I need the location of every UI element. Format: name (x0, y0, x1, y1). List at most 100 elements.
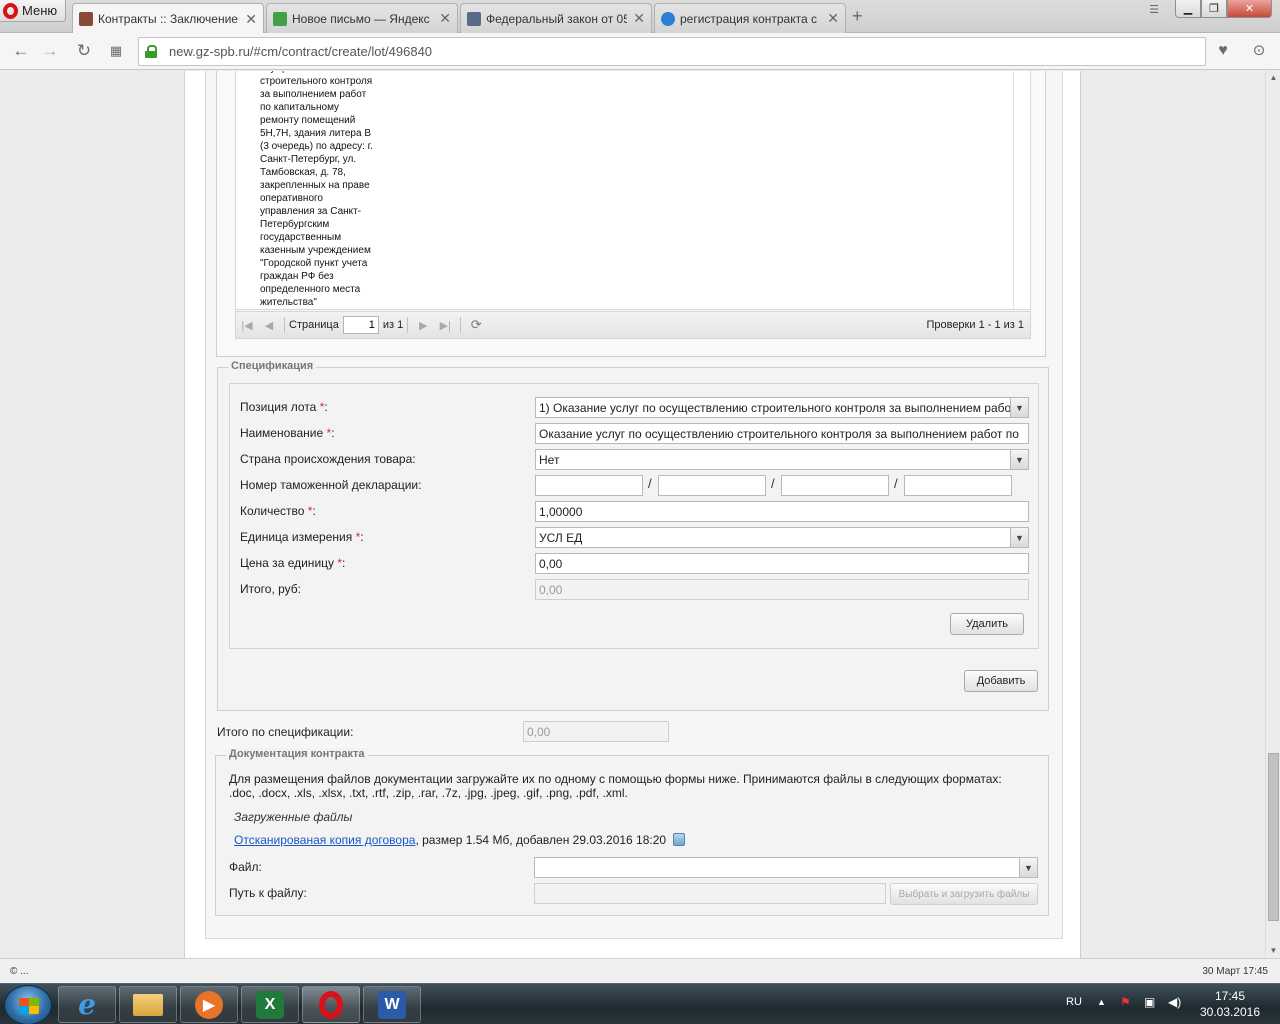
taskbar-internet-explorer[interactable]: e (58, 986, 116, 1023)
windows-taskbar: e ▶ X W RU ▲ ⚑ ▣ ◀) 17:45 30.03.2016 (0, 983, 1280, 1024)
new-tab-button[interactable]: + (852, 6, 863, 27)
tab-title: Новое письмо — Яндекс (292, 11, 430, 26)
chevron-down-icon[interactable]: ▼ (1019, 858, 1037, 877)
item-total-label: Итого, руб: (240, 582, 301, 596)
tab-menu-icon[interactable]: ☰ (1143, 0, 1165, 18)
folder-icon (133, 993, 163, 1016)
reload-icon[interactable]: ↻ (74, 41, 94, 61)
file-label: Файл: (229, 860, 262, 874)
file-type-select[interactable]: ▼ (534, 857, 1038, 878)
uploaded-file-link[interactable]: Отсканированая копия договора (234, 833, 415, 847)
downloads-icon[interactable]: ⊙ (1249, 41, 1269, 61)
scroll-down-arrow-icon[interactable]: ▼ (1266, 944, 1280, 958)
delete-item-button[interactable]: Удалить (950, 613, 1024, 635)
volume-icon[interactable]: ◀) (1168, 995, 1181, 1009)
close-tab-icon[interactable]: ✕ (827, 10, 839, 27)
first-page-icon[interactable]: |◀ (236, 319, 258, 332)
url-text: new.gz-spb.ru/#cm/contract/create/lot/49… (169, 44, 433, 59)
address-toolbar: ← → ↻ ▦ new.gz-spb.ru/#cm/contract/creat… (0, 33, 1280, 70)
tab-yandex-mail[interactable]: Новое письмо — Яндекс ✕ (266, 3, 458, 33)
status-datetime: 30 Март 17:45 (1202, 966, 1268, 977)
browser-status-bar: © ... 30 Март 17:45 (0, 958, 1280, 983)
taskbar-media-player[interactable]: ▶ (180, 986, 238, 1023)
menu-label: Меню (22, 3, 58, 18)
pager-divider (407, 317, 409, 333)
last-page-icon[interactable]: ▶| (434, 319, 456, 332)
file-path-label: Путь к файлу: (229, 886, 307, 900)
refresh-icon[interactable]: ⟳ (465, 317, 487, 333)
customs-declaration-part3-input[interactable] (781, 475, 889, 496)
network-icon[interactable]: ▣ (1144, 995, 1155, 1009)
tab-contract-registration[interactable]: регистрация контракта с ✕ (654, 3, 846, 33)
close-tab-icon[interactable]: ✕ (245, 11, 257, 28)
quantity-label: Количество *: (240, 504, 316, 518)
excel-icon: X (256, 990, 284, 1019)
page-column: осуществлению строительного контроля за … (184, 71, 1081, 958)
unit-price-input[interactable]: 0,00 (535, 553, 1029, 574)
unit-label: Единица измерения *: (240, 530, 364, 544)
file-path-input[interactable] (534, 883, 886, 904)
document-tab-icon (467, 11, 481, 26)
chevron-down-icon[interactable]: ▼ (1010, 450, 1028, 469)
customs-separator: / (894, 476, 898, 491)
customs-declaration-part4-input[interactable] (904, 475, 1012, 496)
chevron-down-icon[interactable]: ▼ (1010, 528, 1028, 547)
speed-dial-grid-icon[interactable]: ▦ (106, 41, 126, 61)
close-tab-icon[interactable]: ✕ (633, 10, 645, 27)
next-page-icon[interactable]: ▶ (412, 319, 434, 332)
taskbar-excel[interactable]: X (241, 986, 299, 1023)
clock-date: 30.03.2016 (1199, 1005, 1261, 1019)
forward-arrow-icon[interactable]: → (40, 41, 60, 61)
taskbar-clock[interactable]: 17:45 30.03.2016 (1195, 988, 1265, 1020)
maximize-window-button[interactable]: ❐ (1201, 0, 1227, 18)
taskbar-file-explorer[interactable] (119, 986, 177, 1023)
unit-select[interactable]: УСЛ ЕД ▼ (535, 527, 1029, 548)
customs-declaration-part2-input[interactable] (658, 475, 766, 496)
scrollbar-thumb[interactable] (1268, 753, 1279, 921)
tab-federal-law[interactable]: Федеральный закон от 05 ✕ (460, 3, 652, 33)
internet-explorer-icon: e (78, 988, 96, 1021)
name-input[interactable]: Оказание услуг по осуществлению строител… (535, 423, 1029, 444)
chevron-down-icon[interactable]: ▼ (1010, 398, 1028, 417)
upload-files-button[interactable]: Выбрать и загрузить файлы (890, 883, 1038, 905)
close-tab-icon[interactable]: ✕ (439, 10, 451, 27)
customs-separator: / (771, 476, 775, 491)
page-number-input[interactable] (342, 316, 379, 334)
checks-grid: осуществлению строительного контроля за … (235, 71, 1031, 310)
grid-column-divider (1013, 71, 1014, 309)
lot-position-select[interactable]: 1) Оказание услуг по осуществлению строи… (535, 397, 1029, 418)
start-button[interactable] (4, 985, 52, 1024)
action-center-flag-icon[interactable]: ⚑ (1120, 995, 1131, 1009)
close-window-button[interactable]: ✕ (1227, 0, 1272, 18)
taskbar-word[interactable]: W (363, 986, 421, 1023)
tab-contracts[interactable]: Контракты :: Заключение ✕ (72, 3, 264, 34)
country-select[interactable]: Нет ▼ (535, 449, 1029, 470)
pager-divider (460, 317, 462, 333)
grid-cell-text: осуществлению строительного контроля за … (260, 71, 373, 308)
scroll-up-arrow-icon[interactable]: ▲ (1266, 71, 1280, 85)
item-total-field: 0,00 (535, 579, 1029, 600)
grid-pager: |◀ ◀ Страница из 1 ▶ ▶| ⟳ Проверки 1 - 1… (235, 311, 1031, 339)
documents-section: Документация контракта Для размещения фа… (215, 748, 1049, 916)
url-field[interactable]: new.gz-spb.ru/#cm/contract/create/lot/49… (138, 37, 1206, 66)
show-hidden-icons-arrow-icon[interactable]: ▲ (1097, 997, 1106, 1007)
taskbar-opera[interactable] (302, 986, 360, 1023)
bookmark-heart-icon[interactable]: ♥ (1213, 41, 1233, 61)
documents-description: Для размещения файлов документации загру… (229, 772, 1002, 800)
minimize-window-button[interactable]: ▁ (1175, 0, 1201, 18)
customs-declaration-part1-input[interactable] (535, 475, 643, 496)
language-indicator[interactable]: RU (1066, 996, 1082, 1008)
tab-title: регистрация контракта с (680, 11, 817, 26)
delete-file-icon[interactable] (673, 833, 686, 846)
spec-total-label: Итого по спецификации: (217, 725, 354, 739)
question-tab-icon (661, 11, 675, 26)
page-scrollbar[interactable]: ▲ ▼ (1265, 71, 1280, 958)
checks-section: осуществлению строительного контроля за … (216, 71, 1046, 357)
opera-menu-button[interactable]: Меню (0, 0, 66, 22)
prev-page-icon[interactable]: ◀ (258, 319, 280, 332)
quantity-input[interactable]: 1,00000 (535, 501, 1029, 522)
back-arrow-icon[interactable]: ← (11, 41, 31, 61)
add-item-button[interactable]: Добавить (964, 670, 1038, 692)
name-label: Наименование *: (240, 426, 335, 440)
windows-logo-icon (19, 998, 39, 1014)
